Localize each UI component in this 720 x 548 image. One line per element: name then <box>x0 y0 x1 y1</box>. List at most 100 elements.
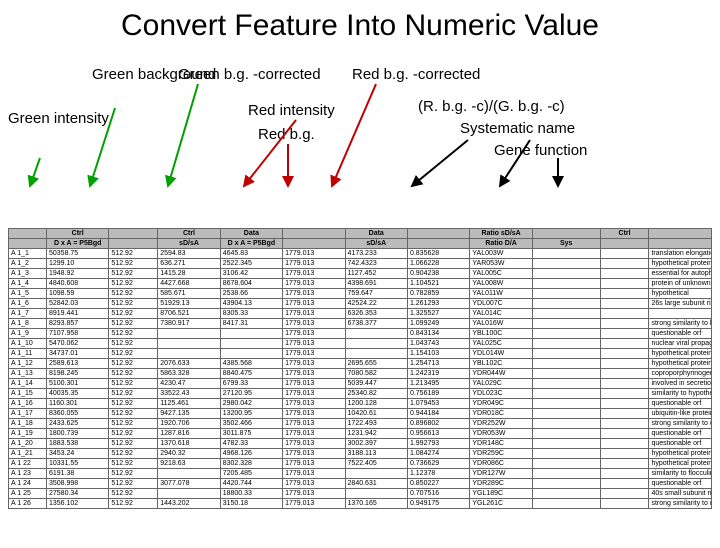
table-header <box>109 239 158 249</box>
table-cell: 6326.353 <box>345 309 407 319</box>
table-cell: 4968.126 <box>220 449 282 459</box>
table-cell <box>600 419 649 429</box>
table-cell: 512.92 <box>109 459 158 469</box>
table-cell: 1779.013 <box>283 329 345 339</box>
table-cell: 1779.013 <box>283 349 345 359</box>
table-cell <box>220 339 282 349</box>
table-cell: 1.066228 <box>407 259 469 269</box>
table-cell <box>345 349 407 359</box>
table-cell <box>532 379 600 389</box>
table-cell: YDR044W <box>470 369 532 379</box>
table-cell: 1779.013 <box>283 449 345 459</box>
table-cell: 1779.013 <box>283 369 345 379</box>
table-cell: 512.92 <box>109 449 158 459</box>
table-cell <box>158 469 220 479</box>
table-cell: 1779.013 <box>283 279 345 289</box>
label-red-bg: Red b.g. <box>258 126 315 144</box>
table-cell: 1779.013 <box>283 489 345 499</box>
table-cell: 512.92 <box>109 389 158 399</box>
table-cell <box>649 309 712 319</box>
table-cell: A 1_8 <box>9 319 47 329</box>
table-cell: 1722.493 <box>345 419 407 429</box>
table-cell <box>600 269 649 279</box>
table-cell: 1.325527 <box>407 309 469 319</box>
table-cell: 18800.33 <box>220 489 282 499</box>
table-cell: A 1_21 <box>9 449 47 459</box>
table-header: Sys <box>532 239 600 249</box>
table-cell: 6799.33 <box>220 379 282 389</box>
slide-title: Convert Feature Into Numeric Value <box>40 8 680 44</box>
table-cell: 7107.958 <box>47 329 109 339</box>
table-cell: 4173.233 <box>345 249 407 259</box>
table-cell: 4385.568 <box>220 359 282 369</box>
table-cell <box>345 489 407 499</box>
table-cell: A 1_6 <box>9 299 47 309</box>
table-cell: 27580.34 <box>47 489 109 499</box>
table-cell: 1.099249 <box>407 319 469 329</box>
table-cell <box>532 439 600 449</box>
table-cell: YGL261C <box>470 499 532 509</box>
table-cell: YDR148C <box>470 439 532 449</box>
table-cell: 512.92 <box>109 249 158 259</box>
table-cell: A 1_7 <box>9 309 47 319</box>
table-cell: YGL189C <box>470 489 532 499</box>
table-cell: 1779.013 <box>283 269 345 279</box>
table-header: Ratio D/A <box>470 239 532 249</box>
table-cell: 512.92 <box>109 289 158 299</box>
label-green-intensity: Green intensity <box>8 110 78 128</box>
table-cell: YAL016W <box>470 319 532 329</box>
table-cell: 512.92 <box>109 479 158 489</box>
table-cell: 25340.82 <box>345 389 407 399</box>
table-cell: 1779.013 <box>283 469 345 479</box>
table-cell: 0.944184 <box>407 409 469 419</box>
table-cell: 2076.633 <box>158 359 220 369</box>
table-cell: ubiquitin-like protein <box>649 409 712 419</box>
table-cell: YDR053W <box>470 429 532 439</box>
table-cell: 1779.013 <box>283 409 345 419</box>
table-cell: 1800.739 <box>47 429 109 439</box>
table-cell: A 1_2 <box>9 259 47 269</box>
table-header: D x A = P5Bgd <box>220 239 282 249</box>
table-cell: YAL025C <box>470 339 532 349</box>
table-cell <box>532 329 600 339</box>
table-header <box>283 239 345 249</box>
table-header <box>407 229 469 239</box>
table-cell: YAL003W <box>470 249 532 259</box>
table-cell <box>600 469 649 479</box>
table-cell <box>600 249 649 259</box>
table-cell: 512.92 <box>109 269 158 279</box>
table-cell: 40035.35 <box>47 389 109 399</box>
table-cell: hypothetical <box>649 289 712 299</box>
table-cell: 2840.631 <box>345 479 407 489</box>
table-header: Ratio sD/sA <box>470 229 532 239</box>
table-cell <box>600 279 649 289</box>
table-cell: 10331.55 <box>47 459 109 469</box>
table-cell: YDL007C <box>470 299 532 309</box>
table-header <box>532 229 600 239</box>
table-cell: 585.671 <box>158 289 220 299</box>
table-cell: YDR018C <box>470 409 532 419</box>
table-cell: A 1_4 <box>9 279 47 289</box>
table-cell <box>600 359 649 369</box>
table-cell: 512.92 <box>109 309 158 319</box>
table-cell: 512.92 <box>109 399 158 409</box>
data-table: CtrlCtrlDataDataRatio sD/sACtrlD x A = P… <box>8 228 712 509</box>
table-cell: questionable orf <box>649 439 712 449</box>
table-cell: 0.956613 <box>407 429 469 439</box>
table-cell <box>600 489 649 499</box>
table-cell <box>600 349 649 359</box>
table-cell <box>532 289 600 299</box>
table-cell: 0.756189 <box>407 389 469 399</box>
table-cell: 1779.013 <box>283 319 345 329</box>
table-cell: A 1_5 <box>9 289 47 299</box>
table-cell: 51929.13 <box>158 299 220 309</box>
table-cell: A 1_1 <box>9 249 47 259</box>
table-header: sD/sA <box>158 239 220 249</box>
table-cell <box>600 329 649 339</box>
table-cell: A 1_12 <box>9 359 47 369</box>
table-cell: A 1_9 <box>9 329 47 339</box>
table-cell: 1779.013 <box>283 339 345 349</box>
table-cell: YDR259C <box>470 449 532 459</box>
table-cell: 1.104521 <box>407 279 469 289</box>
table-cell: 1779.013 <box>283 479 345 489</box>
